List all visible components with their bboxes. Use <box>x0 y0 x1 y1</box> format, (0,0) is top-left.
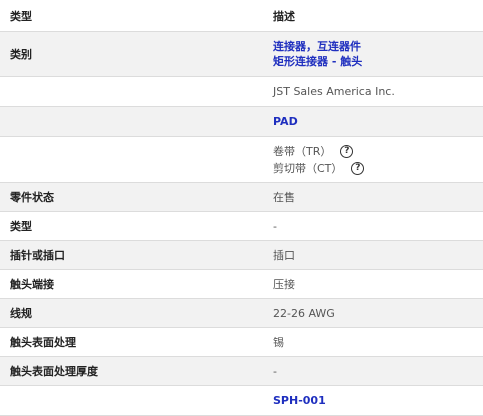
contact-termination-value: 压接 <box>273 278 295 291</box>
help-circle-icon[interactable]: ? <box>351 161 365 175</box>
part-status-value: 在售 <box>273 191 295 204</box>
packaging-values: 卷带（TR） ? 剪切带（CT） ? <box>263 137 483 182</box>
wire-gauge-label: 线规 <box>10 307 32 320</box>
contact-finish-thickness-value: - <box>273 364 277 378</box>
help-circle-icon[interactable]: ? <box>340 144 354 158</box>
pin-or-socket-row: 插针或插口 插口 <box>0 241 483 270</box>
pin-or-socket-label: 插针或插口 <box>10 249 65 262</box>
type-row: 类型 - <box>0 212 483 241</box>
contact-finish-thickness-row: 触头表面处理厚度 - <box>0 357 483 386</box>
type-label: 类型 <box>10 220 32 233</box>
header-type-label: 类型 <box>10 9 32 23</box>
wire-gauge-value: 22-26 AWG <box>273 306 335 320</box>
series-row: PAD <box>0 107 483 137</box>
contact-termination-label: 触头端接 <box>10 278 54 291</box>
category-label: 类别 <box>10 48 32 61</box>
series-label <box>0 107 263 136</box>
series-link[interactable]: PAD <box>273 115 483 128</box>
series-value-cell: PAD <box>263 107 483 136</box>
contact-termination-row: 触头端接 压接 <box>0 270 483 299</box>
part-status-row: 零件状态 在售 <box>0 183 483 212</box>
contact-finish-value: 锡 <box>273 336 284 349</box>
packaging-item: 卷带（TR） ? <box>273 143 483 160</box>
category-values: 连接器，互连器件 矩形连接器 - 触头 <box>263 32 483 76</box>
contact-finish-thickness-label: 触头表面处理厚度 <box>10 365 98 378</box>
category-row: 类别 连接器，互连器件 矩形连接器 - 触头 <box>0 32 483 77</box>
product-attributes-table: 类型 描述 类别 连接器，互连器件 矩形连接器 - 触头 JST Sales A… <box>0 0 483 416</box>
contact-finish-row: 触头表面处理 锡 <box>0 328 483 357</box>
mating-part-row: SPH-001 <box>0 386 483 416</box>
manufacturer-value: JST Sales America Inc. <box>273 85 395 98</box>
packaging-cut-tape: 剪切带（CT） <box>273 161 343 175</box>
packaging-row: 卷带（TR） ? 剪切带（CT） ? <box>0 137 483 183</box>
packaging-item: 剪切带（CT） ? <box>273 160 483 177</box>
table-header-row: 类型 描述 <box>0 0 483 32</box>
category-link-rectangular-contacts[interactable]: 矩形连接器 - 触头 <box>273 54 483 69</box>
contact-finish-label: 触头表面处理 <box>10 336 76 349</box>
wire-gauge-row: 线规 22-26 AWG <box>0 299 483 328</box>
pin-or-socket-value: 插口 <box>273 249 295 262</box>
mating-part-value-cell: SPH-001 <box>263 386 483 415</box>
manufacturer-label <box>0 77 263 106</box>
mating-part-label <box>0 386 263 415</box>
type-value: - <box>273 219 277 233</box>
category-link-connectors[interactable]: 连接器，互连器件 <box>273 39 483 54</box>
mating-part-link[interactable]: SPH-001 <box>273 394 483 407</box>
part-status-label: 零件状态 <box>10 191 54 204</box>
packaging-tape-reel: 卷带（TR） <box>273 144 332 158</box>
manufacturer-row: JST Sales America Inc. <box>0 77 483 107</box>
header-description-label: 描述 <box>273 9 295 23</box>
packaging-label <box>0 137 263 182</box>
